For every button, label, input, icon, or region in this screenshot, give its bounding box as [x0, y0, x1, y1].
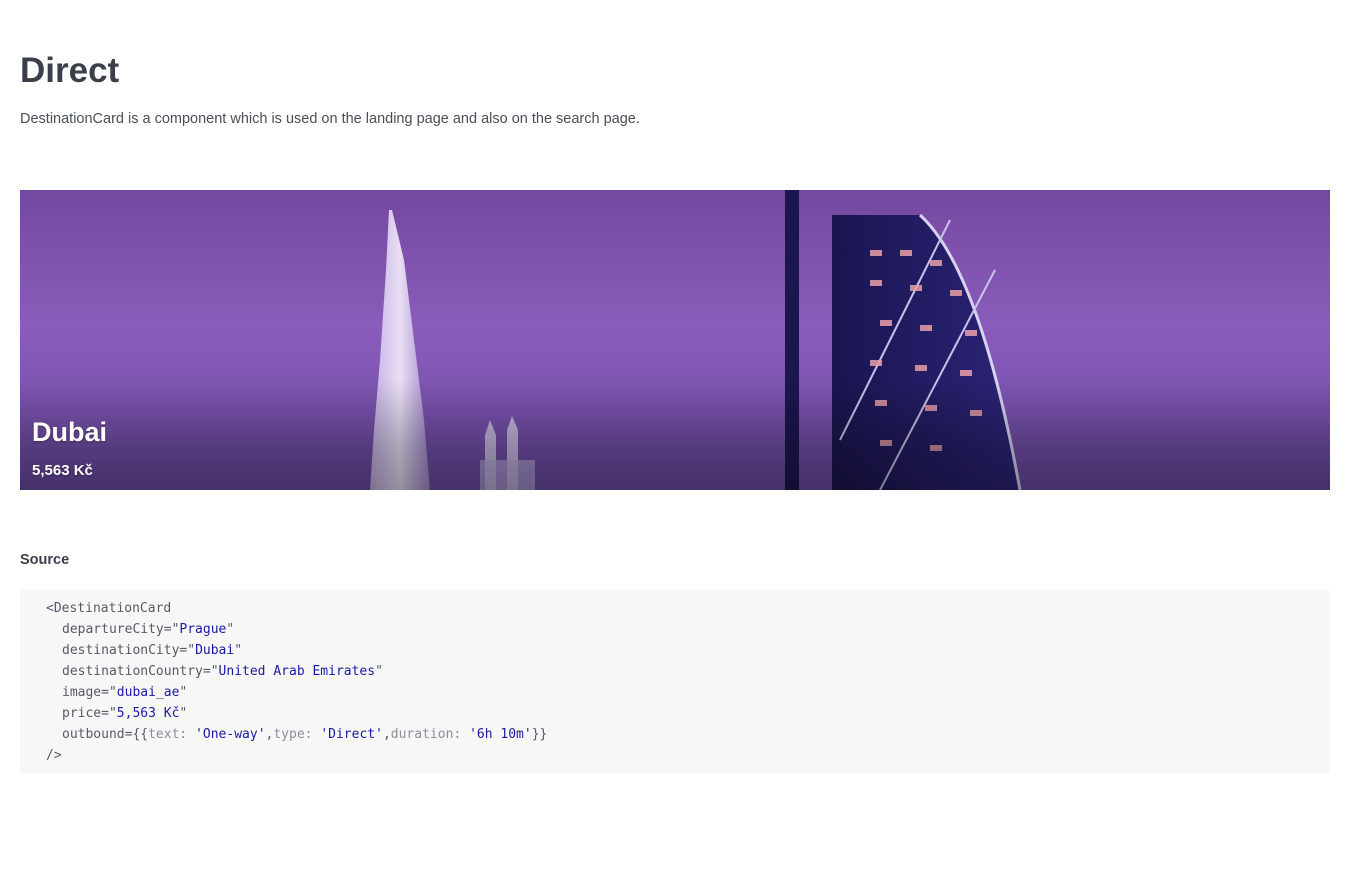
page-description: DestinationCard is a component which is … — [20, 111, 640, 127]
code-open-tag: <DestinationCard — [46, 601, 172, 616]
code-attr-destination-country: destinationCountry="United Arab Emirates… — [62, 664, 383, 679]
source-code-block: <DestinationCard departureCity="Prague" de… — [20, 590, 1330, 774]
destination-card[interactable]: Dubai 5,563 Kč — [20, 190, 1330, 490]
code-attr-outbound: outbound={{text: 'One-way',type: 'Direct… — [62, 727, 548, 742]
page-title: Direct — [20, 51, 120, 90]
code-attr-image: image="dubai_ae" — [62, 685, 188, 700]
card-price: 5,563 Kč — [32, 462, 93, 479]
card-overlay — [20, 380, 1330, 490]
code-attr-price: price="5,563 Kč" — [62, 706, 188, 721]
code-close-tag: /> — [46, 748, 62, 763]
code-attr-departure-city: departureCity="Prague" — [62, 622, 235, 637]
card-city: Dubai — [32, 417, 108, 447]
code-attr-destination-city: destinationCity="Dubai" — [62, 643, 243, 658]
source-label: Source — [20, 552, 70, 568]
page: Direct DestinationCard is a component wh… — [0, 0, 1350, 894]
